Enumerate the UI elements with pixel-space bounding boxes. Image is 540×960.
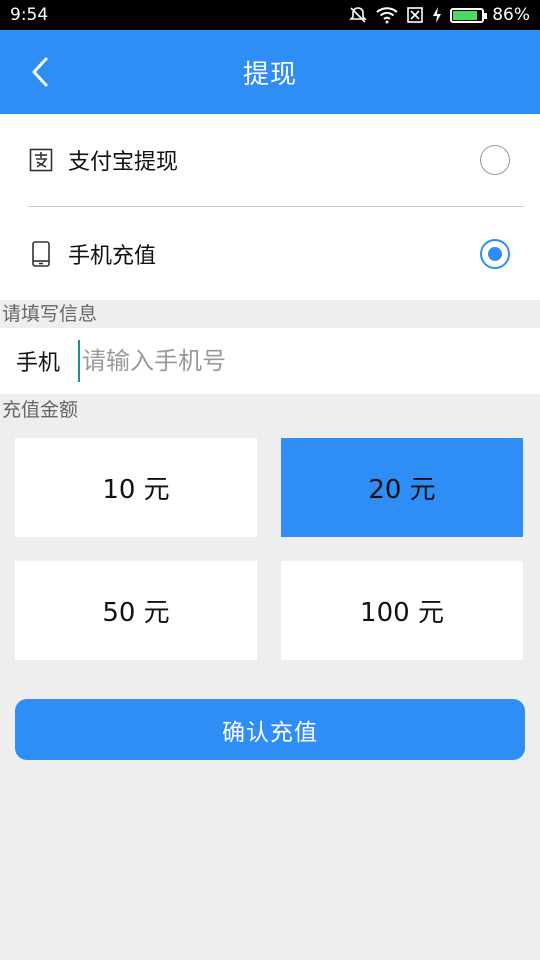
- chevron-left-icon: [32, 57, 48, 87]
- option-label: 支付宝提现: [68, 150, 179, 175]
- battery-fill: [453, 10, 478, 20]
- wifi-icon: [376, 5, 398, 25]
- status-bar: 9:54 86%: [0, 0, 540, 30]
- page-title: 提现: [242, 59, 297, 90]
- divider: [28, 206, 524, 207]
- amount-option-10[interactable]: 10 元: [15, 438, 257, 537]
- charging-icon: [432, 5, 442, 25]
- phone-row: 手机: [0, 328, 540, 394]
- sim-icon: [406, 5, 424, 25]
- back-button[interactable]: [18, 50, 62, 94]
- phone-input[interactable]: [78, 340, 518, 382]
- mute-icon: [348, 5, 368, 25]
- option-phone-recharge[interactable]: 手机充值: [0, 208, 540, 300]
- phone-icon: [28, 241, 54, 267]
- amount-option-50[interactable]: 50 元: [15, 561, 257, 660]
- confirm-recharge-button[interactable]: 确认充值: [15, 699, 525, 760]
- status-time: 9:54: [10, 5, 49, 25]
- status-icons: 86%: [348, 5, 530, 25]
- option-alipay[interactable]: 支付宝提现: [0, 114, 540, 206]
- amount-section-title: 充值金额: [2, 399, 79, 421]
- amount-option-100[interactable]: 100 元: [281, 561, 523, 660]
- amount-option-20[interactable]: 20 元: [281, 438, 523, 537]
- radio-button[interactable]: [480, 145, 510, 175]
- app-bar: 提现: [0, 30, 540, 114]
- battery-text: 86%: [492, 5, 530, 25]
- withdraw-options: 支付宝提现 手机充值: [0, 114, 540, 300]
- info-section-title: 请填写信息: [2, 303, 98, 325]
- phone-label: 手机: [16, 351, 61, 376]
- option-label: 手机充值: [68, 244, 157, 269]
- battery-icon: [450, 7, 488, 23]
- alipay-icon: [28, 147, 54, 173]
- radio-button[interactable]: [480, 239, 510, 269]
